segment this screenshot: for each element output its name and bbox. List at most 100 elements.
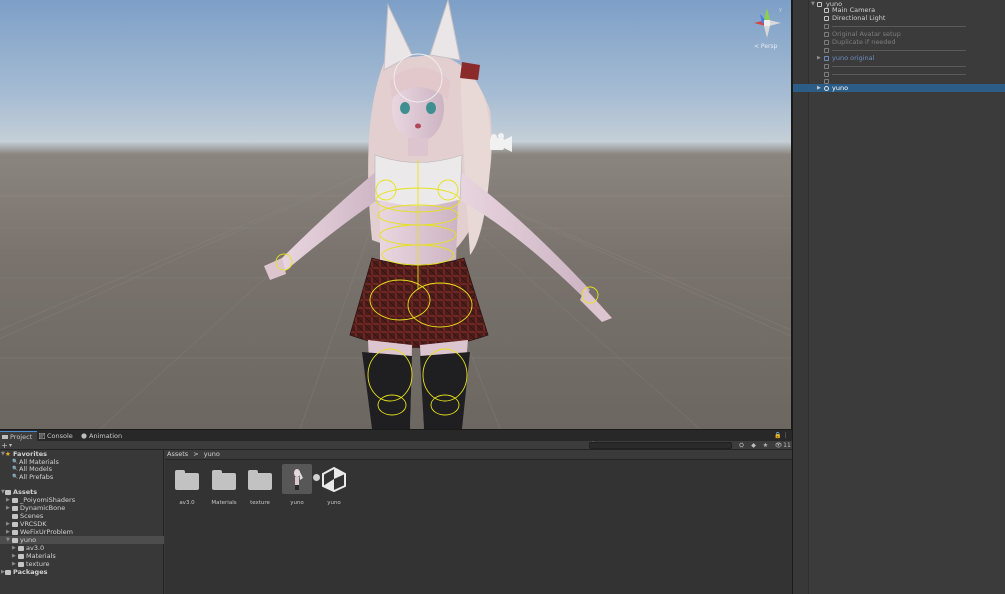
tree-label: texture xyxy=(26,560,50,568)
asset-label: yuno xyxy=(290,500,304,506)
expand-triangle-icon[interactable]: ▶ xyxy=(12,552,16,560)
expand-triangle-icon[interactable]: ▶ xyxy=(6,520,10,528)
search-input[interactable] xyxy=(589,442,732,449)
favorite-icon[interactable]: ★ xyxy=(762,442,769,449)
tree-label: av3.0 xyxy=(26,544,45,552)
prefab-icon xyxy=(824,56,829,61)
gameobject-icon xyxy=(824,8,829,13)
breadcrumb-assets[interactable]: Assets xyxy=(167,450,188,458)
scene-canvas[interactable]: y xyxy=(0,0,791,429)
hierarchy-item-duplicate-if-needed[interactable]: Duplicate if needed xyxy=(793,38,1005,46)
folder-icon xyxy=(12,498,18,503)
tree-label: _PoiyomiShaders xyxy=(20,496,76,504)
folder-icon xyxy=(12,506,18,511)
folder-icon xyxy=(12,514,18,519)
breadcrumb: Assets > yuno xyxy=(165,450,792,460)
orientation-gizmo[interactable]: y xyxy=(754,7,782,38)
expand-triangle-icon[interactable]: ▶ xyxy=(12,544,16,552)
expand-triangle-icon[interactable]: ▶ xyxy=(6,496,10,504)
hierarchy-item-main-camera[interactable]: Main Camera xyxy=(793,6,1005,14)
hierarchy-item-yuno-original[interactable]: ▶ yuno original xyxy=(793,54,1005,62)
tree-assets[interactable]: ▼ Assets xyxy=(0,488,164,496)
tree-packages[interactable]: ▶ Packages xyxy=(0,568,164,576)
scene-view[interactable]: y < Persp xyxy=(0,0,791,429)
folder-icon xyxy=(245,464,275,494)
search-icon: 🔍 xyxy=(12,474,19,480)
tree-item-yuno[interactable]: ▼ yuno xyxy=(0,536,164,544)
folder-icon xyxy=(5,490,11,495)
separator-line xyxy=(832,26,966,27)
filter-by-type-icon[interactable]: ⛭ xyxy=(738,442,745,449)
hierarchy-item-directional-light[interactable]: Directional Light xyxy=(793,14,1005,22)
collapse-triangle-icon[interactable]: ▼ xyxy=(6,536,10,544)
tree-item-dynamicbone[interactable]: ▶ DynamicBone xyxy=(0,504,164,512)
project-tree: ▼ ★ Favorites 🔍 All Materials 🔍 All Mode… xyxy=(0,450,164,594)
folder-open-icon xyxy=(12,538,18,543)
gameobject-icon xyxy=(824,48,829,53)
tree-item-poiyomishaders[interactable]: ▶ _PoiyomiShaders xyxy=(0,496,164,504)
svg-text:y: y xyxy=(779,7,782,13)
hierarchy-item-separator[interactable] xyxy=(793,22,1005,30)
tree-label: VRCSDK xyxy=(20,520,47,528)
tree-item-scenes[interactable]: Scenes xyxy=(0,512,164,520)
tree-label: WeFixUrProblem xyxy=(20,528,73,536)
gameobject-icon xyxy=(824,32,829,37)
tree-item-vrcsdk[interactable]: ▶ VRCSDK xyxy=(0,520,164,528)
asset-grid: Assets > yuno av3.0 Materials texture yu… xyxy=(165,450,792,594)
unity-logo-icon xyxy=(319,464,349,494)
project-toolbar: + ▾ 🔍 ⛭ ◆ ★ 👁 11 xyxy=(0,441,792,450)
asset-label: texture xyxy=(250,500,270,506)
animation-icon xyxy=(81,433,87,439)
tree-item-all-prefabs[interactable]: 🔍 All Prefabs xyxy=(0,473,164,481)
tab-label: Project xyxy=(10,433,33,441)
expand-triangle-icon[interactable]: ▶ xyxy=(817,84,821,92)
folder-icon xyxy=(18,562,24,567)
hidden-count: 11 xyxy=(783,442,791,449)
expand-triangle-icon[interactable]: ▶ xyxy=(6,504,10,512)
chevron-down-icon[interactable]: ▾ xyxy=(7,442,14,449)
perspective-label[interactable]: < Persp xyxy=(754,43,777,50)
asset-scene-yuno[interactable]: yuno xyxy=(317,464,351,506)
tree-item-materials[interactable]: ▶ Materials xyxy=(0,552,164,560)
hierarchy-item-separator[interactable] xyxy=(793,46,1005,54)
tree-label: All Prefabs xyxy=(19,473,54,481)
gameobject-icon xyxy=(824,64,829,69)
hierarchy-item-original-avatar-setup[interactable]: Original Avatar setup xyxy=(793,30,1005,38)
separator-line xyxy=(832,66,966,67)
tree-label: All Models xyxy=(19,465,53,473)
tab-label: Console xyxy=(47,432,73,440)
asset-prefab-yuno[interactable]: yuno xyxy=(280,464,320,506)
breadcrumb-yuno[interactable]: yuno xyxy=(204,450,220,458)
separator-line xyxy=(832,50,966,51)
folder-icon xyxy=(12,522,18,527)
hierarchy-item-yuno[interactable]: ▶ yuno xyxy=(793,84,1005,92)
tree-item-texture[interactable]: ▶ texture xyxy=(0,560,164,568)
tab-bar: Project Console Animation 🔒 ⋮ xyxy=(0,429,792,442)
filter-by-label-icon[interactable]: ◆ xyxy=(750,442,757,449)
tree-label: DynamicBone xyxy=(20,504,66,512)
asset-folder-materials[interactable]: Materials xyxy=(207,464,241,506)
gameobject-icon xyxy=(824,24,829,29)
asset-folder-av3[interactable]: av3.0 xyxy=(170,464,204,506)
expand-triangle-icon[interactable]: ▶ xyxy=(6,528,10,536)
hierarchy-panel: ▼ yuno Main Camera Directional Light Ori… xyxy=(792,0,1005,594)
expand-triangle-icon[interactable]: ▶ xyxy=(817,54,821,62)
folder-icon xyxy=(5,570,11,575)
separator-line xyxy=(832,74,966,75)
tree-item-wefixurproblem[interactable]: ▶ WeFixUrProblem xyxy=(0,528,164,536)
tree-item-av3[interactable]: ▶ av3.0 xyxy=(0,544,164,552)
asset-folder-texture[interactable]: texture xyxy=(243,464,277,506)
more-options-icon[interactable]: ⋮ xyxy=(782,432,789,439)
lock-icon[interactable]: 🔒 xyxy=(774,432,781,439)
tree-label: Favorites xyxy=(13,450,47,458)
camera-gizmo-icon[interactable] xyxy=(490,133,512,152)
tree-label: yuno xyxy=(20,536,37,544)
expand-triangle-icon[interactable]: ▶ xyxy=(12,560,16,568)
tree-label: Assets xyxy=(13,488,38,496)
hierarchy-item-label: Duplicate if needed xyxy=(832,38,896,46)
tree-favorites[interactable]: ▼ ★ Favorites xyxy=(0,450,164,458)
hierarchy-item-separator[interactable] xyxy=(793,62,1005,70)
tab-label: Animation xyxy=(89,432,123,440)
asset-label: Materials xyxy=(211,500,237,506)
tree-item-all-models[interactable]: 🔍 All Models xyxy=(0,465,164,473)
